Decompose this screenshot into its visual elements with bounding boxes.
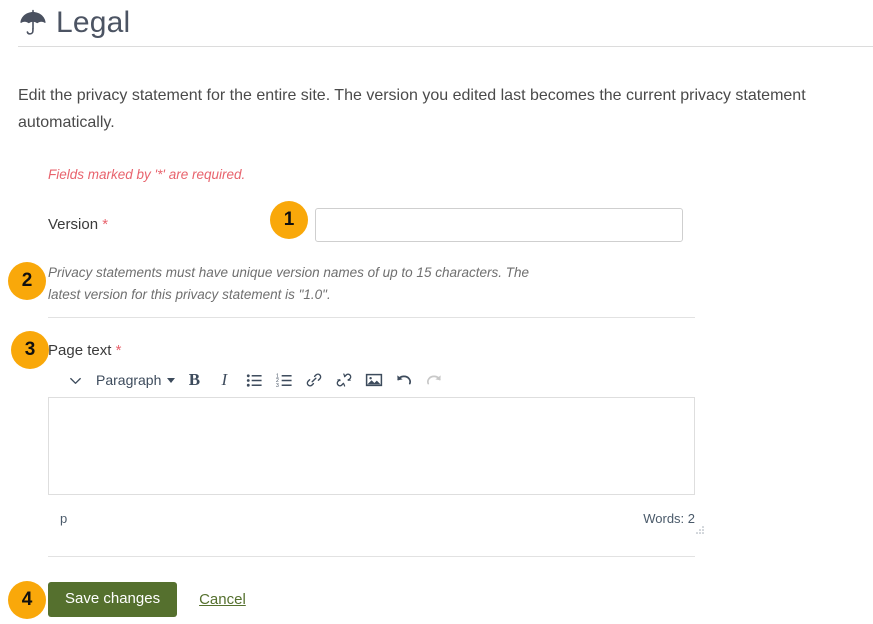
undo-icon[interactable] — [389, 365, 419, 395]
svg-text:3: 3 — [276, 383, 279, 389]
editor-body — [48, 397, 695, 495]
version-required-marker: * — [102, 216, 109, 233]
required-fields-note: Fields marked by '*' are required. — [48, 167, 246, 182]
image-icon[interactable] — [359, 365, 389, 395]
page-intro-text: Edit the privacy statement for the entir… — [18, 87, 806, 131]
callout-badge-3: 3 — [11, 331, 49, 369]
form-divider-bottom — [48, 556, 695, 557]
callout-badge-4: 4 — [8, 581, 46, 619]
link-icon[interactable] — [299, 365, 329, 395]
version-field-row: Version * — [0, 208, 873, 246]
editor-element-path: p — [60, 510, 68, 526]
page-text-required-marker: * — [115, 342, 122, 359]
form-divider-top — [48, 317, 695, 318]
version-input[interactable] — [315, 208, 683, 242]
callout-badge-1: 1 — [270, 201, 308, 239]
paragraph-format-select[interactable]: Paragraph — [96, 365, 176, 395]
editor-toolbar: Paragraph B I 1 2 3 — [48, 363, 695, 397]
redo-icon — [419, 365, 449, 395]
page-text-editor-content[interactable] — [49, 398, 694, 494]
version-label-text: Version — [48, 216, 99, 233]
callout-badge-2: 2 — [8, 262, 46, 300]
form-actions: Save changes Cancel — [48, 582, 246, 617]
page-text-label: Page text * — [48, 342, 121, 359]
version-label: Version * — [48, 216, 108, 233]
umbrella-icon — [20, 9, 46, 35]
rich-text-editor: Paragraph B I 1 2 3 p Words: 2 — [48, 363, 704, 534]
bullet-list-icon[interactable] — [239, 365, 269, 395]
chevron-down-icon — [167, 377, 176, 383]
unlink-icon[interactable] — [329, 365, 359, 395]
numbered-list-icon[interactable]: 1 2 3 — [269, 365, 299, 395]
editor-resize-grip[interactable] — [693, 524, 705, 536]
page-text-label-text: Page text — [48, 342, 112, 359]
version-help-text: Privacy statements must have unique vers… — [48, 265, 529, 302]
page-title: Legal — [56, 6, 131, 39]
page-header: Legal — [18, 0, 873, 47]
bold-icon[interactable]: B — [179, 365, 209, 395]
editor-word-count: Words: 2 — [643, 510, 695, 526]
italic-icon[interactable]: I — [209, 365, 239, 395]
collapse-toolbar-icon[interactable] — [60, 365, 90, 395]
save-button[interactable]: Save changes — [48, 582, 178, 617]
cancel-link[interactable]: Cancel — [199, 591, 246, 608]
editor-statusbar: p Words: 2 — [48, 503, 704, 534]
